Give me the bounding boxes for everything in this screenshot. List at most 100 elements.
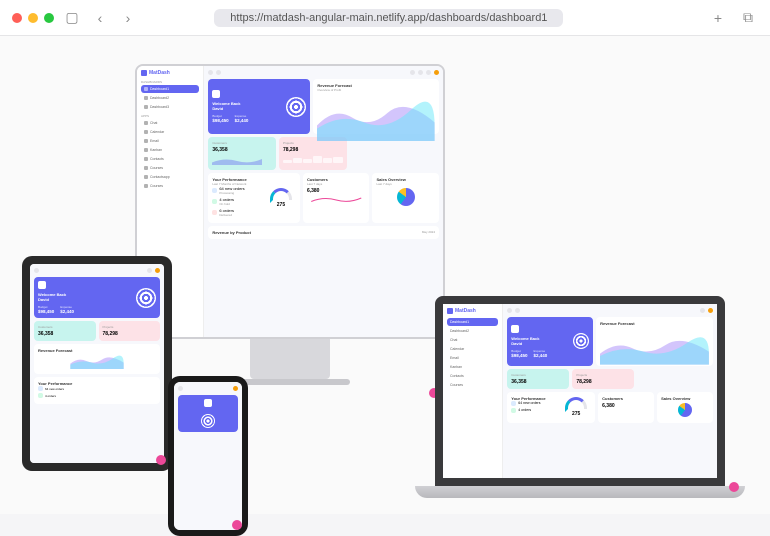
phone-preview bbox=[168, 376, 248, 536]
sidebar-section-header: DASHBOARDS bbox=[141, 80, 199, 84]
sidebar-item[interactable]: Courses bbox=[447, 381, 498, 389]
courses-icon bbox=[144, 166, 148, 170]
search-icon[interactable] bbox=[216, 70, 221, 75]
sidebar-item-courses[interactable]: Courses bbox=[141, 164, 199, 172]
contacts-icon bbox=[144, 157, 148, 161]
sidebar-item-email[interactable]: Email bbox=[141, 137, 199, 145]
sidebar-item[interactable]: Chat bbox=[447, 336, 498, 344]
sidebar-item-courses2[interactable]: Courses bbox=[141, 182, 199, 190]
budget-label: Budget bbox=[212, 114, 228, 118]
maximize-window[interactable] bbox=[44, 13, 54, 23]
menu-icon[interactable] bbox=[208, 70, 213, 75]
sidebar-item[interactable]: Email bbox=[447, 354, 498, 362]
user-avatar bbox=[212, 90, 220, 98]
projects-mini-card: Projects78,298 bbox=[99, 321, 161, 341]
customers-mini-card: Customers36,358 bbox=[507, 369, 569, 389]
close-window[interactable] bbox=[12, 13, 22, 23]
menu-icon[interactable] bbox=[34, 268, 39, 273]
back-button[interactable]: ‹ bbox=[90, 8, 110, 28]
forward-button[interactable]: › bbox=[118, 8, 138, 28]
avatar[interactable] bbox=[434, 70, 439, 75]
sidebar-item-contacts[interactable]: Contacts bbox=[141, 155, 199, 163]
app-logo[interactable]: MatDash bbox=[141, 70, 199, 76]
menu-icon[interactable] bbox=[178, 386, 183, 391]
customers-mini-card: Customers36,358 bbox=[34, 321, 96, 341]
user-avatar bbox=[38, 281, 46, 289]
sales-donut bbox=[678, 403, 692, 417]
laptop-base bbox=[415, 486, 745, 498]
sidebar-item-dashboard2[interactable]: Dashboard2 bbox=[141, 94, 199, 102]
notifications-icon[interactable] bbox=[147, 268, 152, 273]
forecast-card: Revenue Forecast bbox=[596, 317, 713, 366]
forecast-subtitle: Overview of Profit bbox=[317, 88, 435, 92]
lang-icon[interactable] bbox=[410, 70, 415, 75]
perf-item-status: Processing bbox=[219, 191, 244, 195]
projects-mini-card: Projects78,298 bbox=[572, 369, 634, 389]
gauge-chart bbox=[565, 397, 587, 409]
tablet-preview: Welcome BackDavid Budget$98,450Expense$2… bbox=[22, 256, 172, 471]
search-icon[interactable] bbox=[515, 308, 520, 313]
topbar bbox=[208, 70, 439, 75]
forecast-card: Revenue Forecast bbox=[34, 344, 160, 374]
expense-value: $2,440 bbox=[235, 118, 249, 123]
new-tab-button[interactable]: + bbox=[708, 8, 728, 28]
sidebar-item[interactable]: Contacts bbox=[447, 372, 498, 380]
customers-card: Customers Last 7 days 6,380 bbox=[303, 173, 370, 223]
notifications-icon[interactable] bbox=[426, 70, 431, 75]
sidebar-item-chat[interactable]: Chat bbox=[141, 119, 199, 127]
sidebar-item[interactable]: Calendar bbox=[447, 345, 498, 353]
perf-item-status: Delivered bbox=[219, 213, 234, 217]
fab-button[interactable] bbox=[232, 520, 242, 530]
projects-sparkline bbox=[283, 155, 343, 163]
budget-value: $98,450 bbox=[212, 118, 228, 123]
sidebar-item-contactsapp[interactable]: Contactsapp bbox=[141, 173, 199, 181]
customers-label: Customers bbox=[212, 141, 272, 145]
user-avatar bbox=[204, 399, 212, 407]
desktop-preview: MatDash DASHBOARDS Dashboard1 Dashboard2… bbox=[135, 64, 445, 404]
welcome-card: Welcome BackDavid Budget$98,450Expense$2… bbox=[34, 277, 160, 318]
revenue-product-title: Revenue by Product bbox=[212, 230, 251, 235]
dashboard-icon bbox=[144, 87, 148, 91]
sidebar-section-header: APPS bbox=[141, 114, 199, 118]
app-logo[interactable]: MatDash bbox=[447, 308, 498, 314]
projects-label: Projects bbox=[283, 141, 343, 145]
avatar[interactable] bbox=[233, 386, 238, 391]
perf-item-status: On hold bbox=[219, 202, 234, 206]
sidebar-item-dashboard1[interactable]: Dashboard1 bbox=[447, 318, 498, 326]
performance-card: Your Performance Last 7 Months of Networ… bbox=[208, 173, 300, 223]
minimize-window[interactable] bbox=[28, 13, 38, 23]
welcome-card: Welcome BackDavidBudget$98,450Expense$2,… bbox=[507, 317, 593, 366]
sidebar-item-kanban[interactable]: Kanban bbox=[141, 146, 199, 154]
tabs-button[interactable]: ⧉ bbox=[738, 8, 758, 28]
sidebar-toggle-icon[interactable]: ▢ bbox=[62, 8, 82, 28]
menu-icon[interactable] bbox=[507, 308, 512, 313]
notifications-icon[interactable] bbox=[700, 308, 705, 313]
showcase-area: MatDash DASHBOARDS Dashboard1 Dashboard2… bbox=[0, 36, 770, 514]
avatar[interactable] bbox=[708, 308, 713, 313]
revenue-product-period[interactable]: May 2024 bbox=[422, 230, 435, 235]
sidebar-item[interactable]: Kanban bbox=[447, 363, 498, 371]
sales-card: Sales Overview bbox=[657, 392, 713, 423]
dark-mode-icon[interactable] bbox=[418, 70, 423, 75]
projects-value: 78,298 bbox=[283, 147, 343, 153]
dashboard-icon bbox=[144, 96, 148, 100]
sales-donut bbox=[397, 188, 415, 206]
contacts-icon bbox=[144, 175, 148, 179]
monitor-base bbox=[230, 379, 350, 385]
sidebar-item[interactable]: Dashboard2 bbox=[447, 327, 498, 335]
sidebar-item-calendar[interactable]: Calendar bbox=[141, 128, 199, 136]
sidebar-item-dashboard3[interactable]: Dashboard3 bbox=[141, 103, 199, 111]
revenue-product-card: Revenue by Product May 2024 bbox=[208, 226, 439, 239]
courses-icon bbox=[144, 184, 148, 188]
welcome-card: Welcome BackDavid Budget$98,450 Expense$… bbox=[208, 79, 310, 134]
laptop-preview: MatDash Dashboard1 Dashboard2 Chat Calen… bbox=[415, 296, 745, 498]
gauge-value: 275 bbox=[277, 202, 285, 208]
sidebar-item-dashboard1[interactable]: Dashboard1 bbox=[141, 85, 199, 93]
customers-value: 36,358 bbox=[212, 147, 272, 153]
url-bar[interactable]: https://matdash-angular-main.netlify.app… bbox=[214, 9, 563, 27]
welcome-card bbox=[178, 395, 238, 432]
monitor-stand bbox=[250, 339, 330, 379]
fab-button[interactable] bbox=[156, 455, 164, 463]
avatar[interactable] bbox=[155, 268, 160, 273]
target-graphic bbox=[136, 288, 156, 308]
